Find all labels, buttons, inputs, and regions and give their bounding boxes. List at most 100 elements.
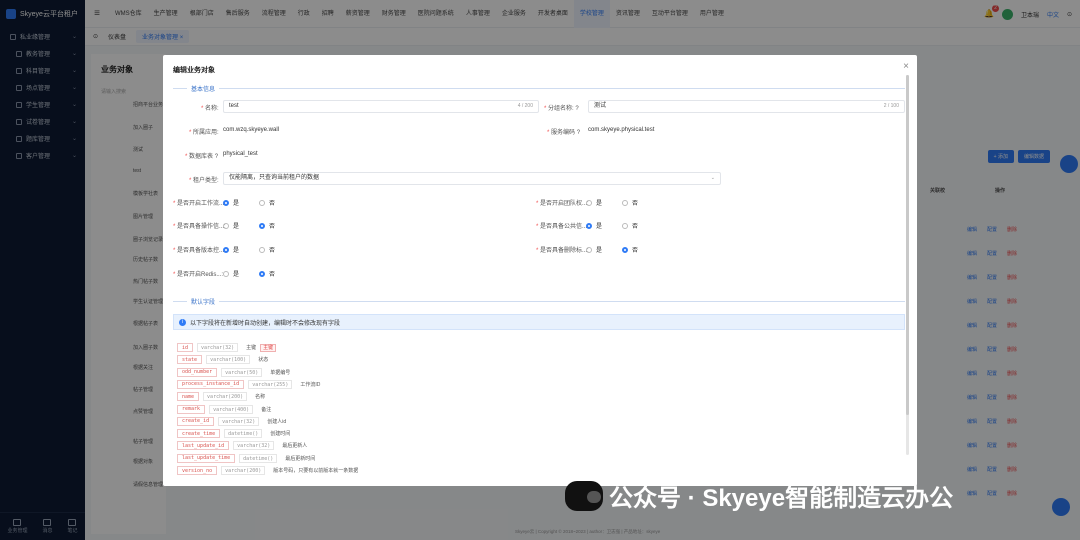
radio-yes[interactable] xyxy=(586,222,592,229)
radio-group-label: * 是否开启团队权...: xyxy=(536,201,589,207)
radio-group: 是否 xyxy=(223,198,275,207)
radio-yes-label: 是 xyxy=(596,224,603,230)
radio-group-label: * 是否具备操作信...: xyxy=(173,224,226,230)
table-value: physical_test xyxy=(223,151,258,157)
field-name: last_update_id xyxy=(177,441,230,451)
radio-group-label: * 是否开启工作流...: xyxy=(173,201,226,207)
group-name-input[interactable]: 测试 2 / 100 xyxy=(588,100,905,113)
field-desc: 工作流ID xyxy=(300,381,321,388)
name-input[interactable]: test 4 / 200 xyxy=(223,100,539,113)
radio-yes-label: 是 xyxy=(596,248,603,254)
radio-group: 是否 xyxy=(586,221,638,230)
tenant-select[interactable]: 仅能隔离，只查询当前租户的数据 ⌄ xyxy=(223,172,721,185)
section-default-title: 默认字段 xyxy=(187,297,220,306)
field-row: last_update_id varchar(32) 最后更新人 xyxy=(177,441,308,451)
wechat-icon xyxy=(565,480,603,511)
radio-no[interactable] xyxy=(259,246,266,253)
close-icon[interactable]: × xyxy=(903,61,909,72)
field-name: state xyxy=(177,355,203,365)
question-icon: ? xyxy=(575,106,579,112)
field-name: version_no xyxy=(177,466,218,475)
field-type: varchar(100) xyxy=(206,355,251,365)
section-divider xyxy=(173,301,905,302)
field-row: state varchar(100) 状态 xyxy=(177,355,269,365)
field-type: varchar(200) xyxy=(221,466,266,475)
radio-yes-label: 是 xyxy=(596,201,603,207)
watermark-text: 公众号 · Skyeye智能制造云办公 xyxy=(609,485,954,512)
radio-no[interactable] xyxy=(259,199,266,206)
field-name: create_time xyxy=(177,429,221,439)
radio-no-label: 否 xyxy=(269,201,276,207)
field-type: varchar(32) xyxy=(233,441,275,451)
radio-yes-label: 是 xyxy=(233,201,240,207)
radio-yes-label: 是 xyxy=(233,272,240,278)
field-type: varchar(50) xyxy=(221,367,263,377)
field-name: last_update_time xyxy=(177,453,236,463)
radio-no[interactable] xyxy=(622,246,629,253)
radio-no-label: 否 xyxy=(269,248,276,254)
radio-no[interactable] xyxy=(259,270,266,277)
radio-group: 是否 xyxy=(223,269,275,278)
field-row: name varchar(200) 名称 xyxy=(177,392,265,402)
field-desc: 主键 xyxy=(246,345,257,351)
table-label: * 数据库表 ? xyxy=(185,154,219,160)
field-name: id xyxy=(177,343,194,352)
info-icon: i xyxy=(179,318,186,326)
radio-yes[interactable] xyxy=(223,270,229,277)
name-label: * 名称: xyxy=(201,106,219,112)
radio-group-label: * 是否具备公共信...: xyxy=(536,224,589,230)
dialog-title: 编辑业务对象 xyxy=(173,67,215,74)
tip-text: 以下字段将在新增时自动创建，编辑时不会修改现有字段 xyxy=(190,320,341,327)
field-row: remark varchar(400) 备注 xyxy=(177,404,272,414)
field-type: varchar(200) xyxy=(203,392,248,402)
radio-group: 是否 xyxy=(586,245,638,254)
primary-key-badge: 主键 xyxy=(260,343,277,352)
radio-no[interactable] xyxy=(622,222,629,229)
section-basic-title: 基本信息 xyxy=(187,84,220,93)
radio-group-label: * 是否具备删除标...: xyxy=(536,248,589,254)
app-value: com.wzq.skyeye.wall xyxy=(223,127,280,133)
radio-yes[interactable] xyxy=(223,199,229,206)
field-type: datetime() xyxy=(224,429,263,439)
field-row: process_instance_id varchar(255) 工作流ID xyxy=(177,379,321,389)
field-row: create_time datetime() 创建时间 xyxy=(177,429,290,439)
radio-no[interactable] xyxy=(259,222,266,229)
app-label: * 所属应用: xyxy=(189,130,219,136)
radio-yes[interactable] xyxy=(586,199,592,206)
service-value: com.skyeye.physical.test xyxy=(588,127,655,133)
field-type: varchar(400) xyxy=(209,404,254,414)
field-name: odd_number xyxy=(177,367,218,377)
field-type: datetime() xyxy=(239,453,278,463)
radio-yes[interactable] xyxy=(586,246,592,253)
group-name-label: * 分组名称: ? xyxy=(544,106,579,112)
field-name: create_id xyxy=(177,416,215,426)
info-tip: i 以下字段将在新增时自动创建，编辑时不会修改现有字段 xyxy=(173,314,905,330)
radio-no-label: 否 xyxy=(632,201,639,207)
field-desc: 最后更新时间 xyxy=(285,455,316,462)
radio-group: 是否 xyxy=(586,198,638,207)
field-desc: 最后更新人 xyxy=(282,443,308,450)
field-type: varchar(255) xyxy=(248,379,293,389)
radio-yes[interactable] xyxy=(223,222,229,229)
section-divider xyxy=(173,88,905,89)
radio-no[interactable] xyxy=(622,199,629,206)
field-desc: 备注 xyxy=(261,406,272,413)
field-row: id varchar(32) 主键 主键 xyxy=(177,343,277,352)
field-type: varchar(32) xyxy=(197,343,239,352)
field-name: name xyxy=(177,392,200,402)
app-root: Skyeye云平台租户 私业缘管理 ⌄ 教务管理 ⌄ 科目管理 ⌄ 场点管理 ⌄ 学生管理 ⌄ 试卷… xyxy=(0,0,1080,540)
radio-yes[interactable] xyxy=(223,246,229,253)
field-name: remark xyxy=(177,404,206,414)
radio-group-label: * 是否具备版本控...: xyxy=(173,248,226,254)
chevron-down-icon: ⌄ xyxy=(710,175,715,181)
field-row: odd_number varchar(50) 单据编号 xyxy=(177,367,290,377)
radio-group: 是否 xyxy=(223,245,275,254)
field-name: process_instance_id xyxy=(177,379,245,389)
radio-yes-label: 是 xyxy=(233,248,240,254)
field-desc: 状态 xyxy=(258,357,269,364)
dialog-scrollbar[interactable] xyxy=(906,75,909,455)
field-row: version_no varchar(200) 版本号码，只要有以前版本就一条数据 xyxy=(177,466,358,475)
field-row: create_id varchar(32) 创建人id xyxy=(177,416,286,426)
field-desc: 版本号码，只要有以前版本就一条数据 xyxy=(273,468,359,474)
radio-yes-label: 是 xyxy=(233,224,240,230)
